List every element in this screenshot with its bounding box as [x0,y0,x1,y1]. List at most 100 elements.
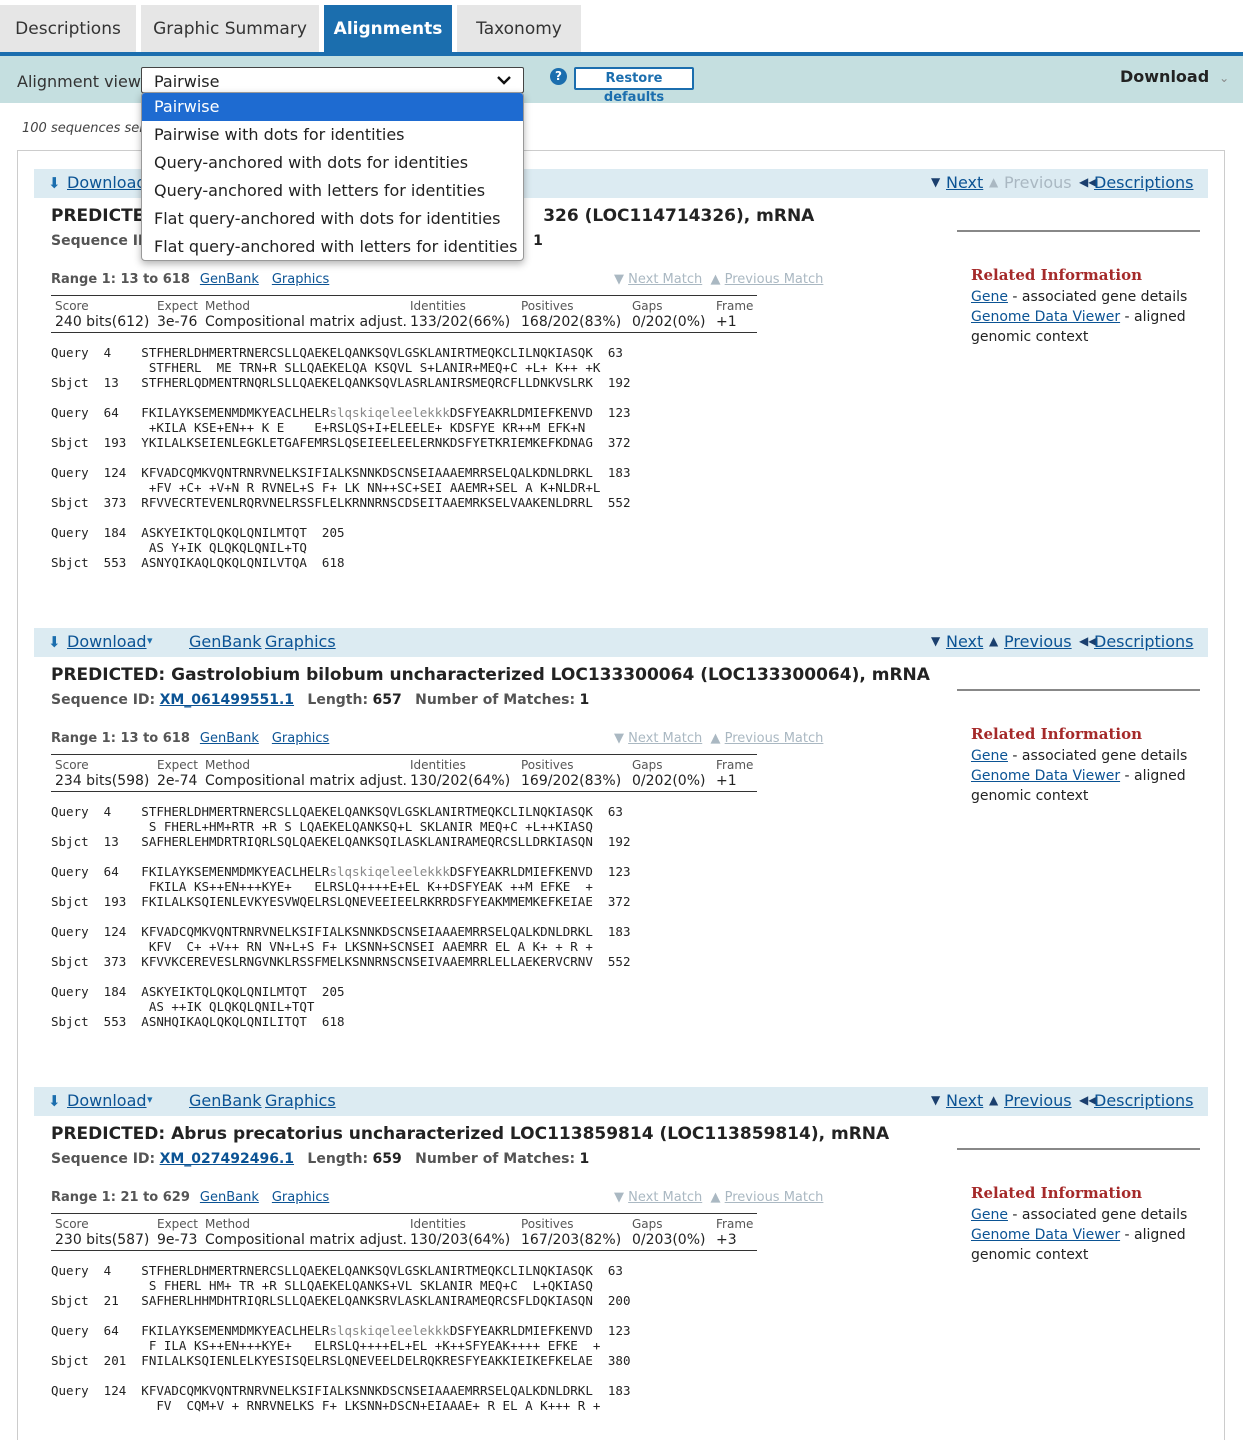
related-gdv: Genome Data Viewer - aligned genomic con… [971,766,1211,806]
chevron-down-icon[interactable]: ▾ [147,634,153,647]
alignment-line: Query 184 ASKYEIKTQLQKQLQNILMTQT 205 [51,525,345,540]
chevron-down-icon[interactable]: ▾ [147,1093,153,1106]
alignment-stats: Score Expect Method Identities Positives… [51,754,757,792]
genbank-link[interactable]: GenBank [189,1091,262,1110]
matches-label: Number of Matches: [415,692,576,708]
positives-value: 168/202(83%) [521,314,622,330]
genome-data-viewer-link[interactable]: Genome Data Viewer [971,768,1120,784]
genbank-link[interactable]: GenBank [189,632,262,651]
download-label: Download [1120,67,1210,86]
descriptions-link[interactable]: Descriptions [1094,632,1193,651]
tab-descriptions[interactable]: Descriptions [0,5,136,52]
accession-link[interactable]: XM_027492496.1 [160,1151,294,1167]
tab-taxonomy[interactable]: Taxonomy [457,5,581,52]
alignment-line: Query 184 ASKYEIKTQLQKQLQNILMTQT 205 [51,984,345,999]
positives-header: Positives [521,299,574,313]
range-info: Range 1: 21 to 629 GenBank Graphics [51,1190,329,1205]
alignment-stats: Score Expect Method Identities Positives… [51,295,757,333]
range-label: Range 1: 21 to 629 [51,1190,190,1205]
accession-link[interactable]: XM_061499551.1 [160,692,294,708]
graphics-link[interactable]: Graphics [272,731,329,746]
frame-header: Frame [716,758,754,772]
next-match-link: Next Match [628,731,703,746]
tab-alignments[interactable]: Alignments [324,5,452,52]
option-flat-query-anchored-dots[interactable]: Flat query-anchored with dots for identi… [142,205,523,233]
gene-link[interactable]: Gene [971,1207,1008,1223]
related-gene: Gene - associated gene details [971,746,1211,766]
hit-title-rest: Abrus precatorius uncharacterized LOC113… [165,1124,890,1144]
identities-header: Identities [410,758,466,772]
restore-defaults-button[interactable]: Restore defaults [574,67,694,105]
download-menu-button[interactable]: Download ⌄ [1120,67,1229,86]
download-link[interactable]: Download [67,173,147,192]
alignment-line: AS ++IK QLQKQLQNIL+TQT [51,999,315,1014]
graphics-link[interactable]: Graphics [265,1091,336,1110]
chevron-down-icon [497,70,511,89]
score-header: Score [55,299,89,313]
genbank-link[interactable]: GenBank [200,731,259,746]
genome-data-viewer-link[interactable]: Genome Data Viewer [971,1227,1120,1243]
identities-value: 133/202(66%) [410,314,511,330]
related-gdv: Genome Data Viewer - aligned genomic con… [971,1225,1211,1265]
alignment-line: Query 4 STFHERLDHMERTRNERCSLLQAEKELQANKS… [51,1263,623,1278]
option-pairwise-dots[interactable]: Pairwise with dots for identities [142,121,523,149]
matches-value: 1 [579,1151,590,1167]
identities-header: Identities [410,299,466,313]
hit-title: PREDICTED: Gastrolobium bilobum uncharac… [51,665,930,685]
genbank-link[interactable]: GenBank [200,272,259,287]
score-value: 230 bits(587) [55,1232,150,1248]
download-icon: ⬇ [48,633,61,651]
divider [957,1148,1200,1150]
gene-link[interactable]: Gene [971,289,1008,305]
genome-data-viewer-link[interactable]: Genome Data Viewer [971,309,1120,325]
alignment-view-select[interactable]: Pairwise [141,67,524,93]
triangle-down-icon: ▼ [931,634,941,648]
alignment-line: Sbjct 193 YKILALKSEIENLEGKLETGAFEMRSLQSE… [51,435,631,450]
alignment-line: Query 64 FKILAYKSEMENMDMKYEACLHELRslqski… [51,405,631,420]
score-value: 234 bits(598) [55,773,150,789]
previous-link[interactable]: Previous [1004,1091,1072,1110]
option-query-anchored-dots[interactable]: Query-anchored with dots for identities [142,149,523,177]
graphics-link[interactable]: Graphics [272,1190,329,1205]
match-nav: ▼ Next Match ▲ Previous Match [614,272,824,287]
alignment-line: S FHERL+HM+RTR +R S LQAEKELQANKSQ+L SKLA… [51,819,593,834]
option-pairwise[interactable]: Pairwise [142,93,523,121]
genbank-link[interactable]: GenBank [200,1190,259,1205]
next-link[interactable]: Next [946,173,983,192]
option-flat-query-anchored-letters[interactable]: Flat query-anchored with letters for ide… [142,233,523,260]
descriptions-link[interactable]: Descriptions [1094,173,1193,192]
alignment-line: Sbjct 373 KFVVKCEREVESLRNGVNKLRSSFMELKSN… [51,954,631,969]
tab-graphic-summary[interactable]: Graphic Summary [141,5,319,52]
next-link[interactable]: Next [946,1091,983,1110]
download-link[interactable]: Download [67,1091,147,1110]
alignment-line: FV CQM+V + RNRVNELKS F+ LKSNN+DSCN+EIAAA… [51,1398,601,1413]
gene-desc: - associated gene details [1007,1207,1188,1223]
sequence-alignment: Query 4 STFHERLDHMERTRNERCSLLQAEKELQANKS… [51,1263,631,1413]
hit-title: PREDICTED: Abrus precatorius uncharacter… [51,1124,889,1144]
positives-value: 169/202(83%) [521,773,622,789]
next-link[interactable]: Next [946,632,983,651]
gene-link[interactable]: Gene [971,748,1008,764]
sequence-info: Sequence ID: XM_061499551.1 Length: 657 … [51,692,589,708]
download-link[interactable]: Download [67,632,147,651]
alignment-hit: ⬇ Download ▾ GenBank Graphics ▼ Next ▲ P… [34,1087,1208,1424]
alignment-line: Sbjct 553 ASNHQIKAQLQKQLQNILITQT 618 [51,1014,345,1029]
hit-title-prefix: PREDICTED: [51,1124,166,1144]
frame-header: Frame [716,299,754,313]
score-header: Score [55,758,89,772]
divider [957,689,1200,691]
expect-header: Expect [157,299,198,313]
length-label: Length: [307,1151,369,1167]
triangle-up-icon: ▲ [989,1093,999,1107]
positives-header: Positives [521,1217,574,1231]
previous-link[interactable]: Previous [1004,632,1072,651]
option-query-anchored-letters[interactable]: Query-anchored with letters for identiti… [142,177,523,205]
help-icon[interactable]: ? [550,68,567,85]
graphics-link[interactable]: Graphics [272,272,329,287]
selection-info: 100 sequences sele [22,121,151,136]
descriptions-link[interactable]: Descriptions [1094,1091,1193,1110]
graphics-link[interactable]: Graphics [265,632,336,651]
gene-desc: - associated gene details [1007,289,1188,305]
download-icon: ⬇ [48,1092,61,1110]
sequence-alignment: Query 4 STFHERLDHMERTRNERCSLLQAEKELQANKS… [51,345,631,570]
